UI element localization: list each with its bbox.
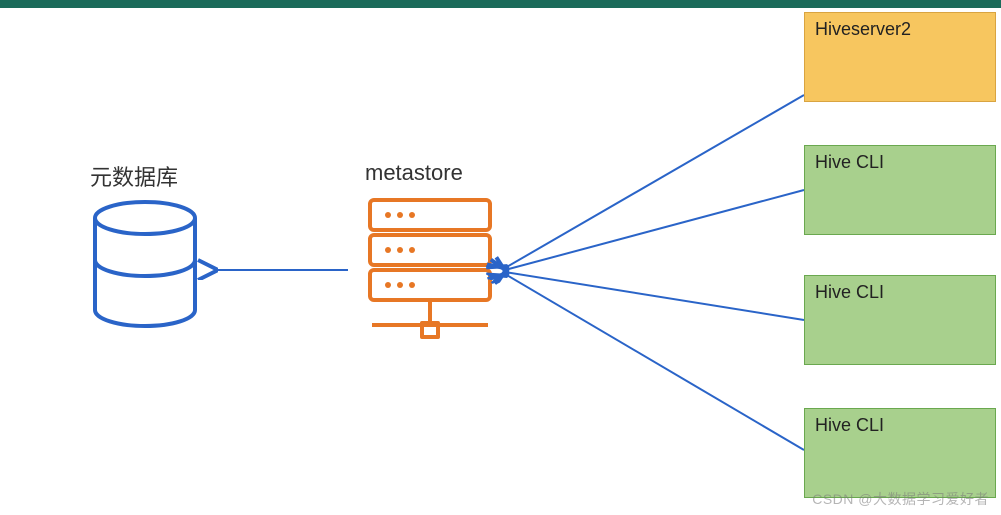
client-hive-cli-2: Hive CLI xyxy=(804,275,996,365)
client-hive-cli-2-label: Hive CLI xyxy=(815,282,884,302)
client-hive-cli-3-label: Hive CLI xyxy=(815,415,884,435)
metastore-label: metastore xyxy=(365,160,463,186)
server-icon xyxy=(360,195,500,355)
client-hive-cli-3: Hive CLI xyxy=(804,408,996,498)
database-label: 元数据库 xyxy=(90,160,178,192)
watermark-text: CSDN @大数据学习爱好者 xyxy=(812,489,989,509)
client-hiveserver2: Hiveserver2 xyxy=(804,12,996,102)
top-accent-bar xyxy=(0,0,1001,8)
client-hive-cli-1: Hive CLI xyxy=(804,145,996,235)
client-hive-cli-1-label: Hive CLI xyxy=(815,152,884,172)
client-hiveserver2-label: Hiveserver2 xyxy=(815,19,911,39)
database-icon xyxy=(90,200,200,340)
arrow-metastore-to-db xyxy=(208,260,353,280)
